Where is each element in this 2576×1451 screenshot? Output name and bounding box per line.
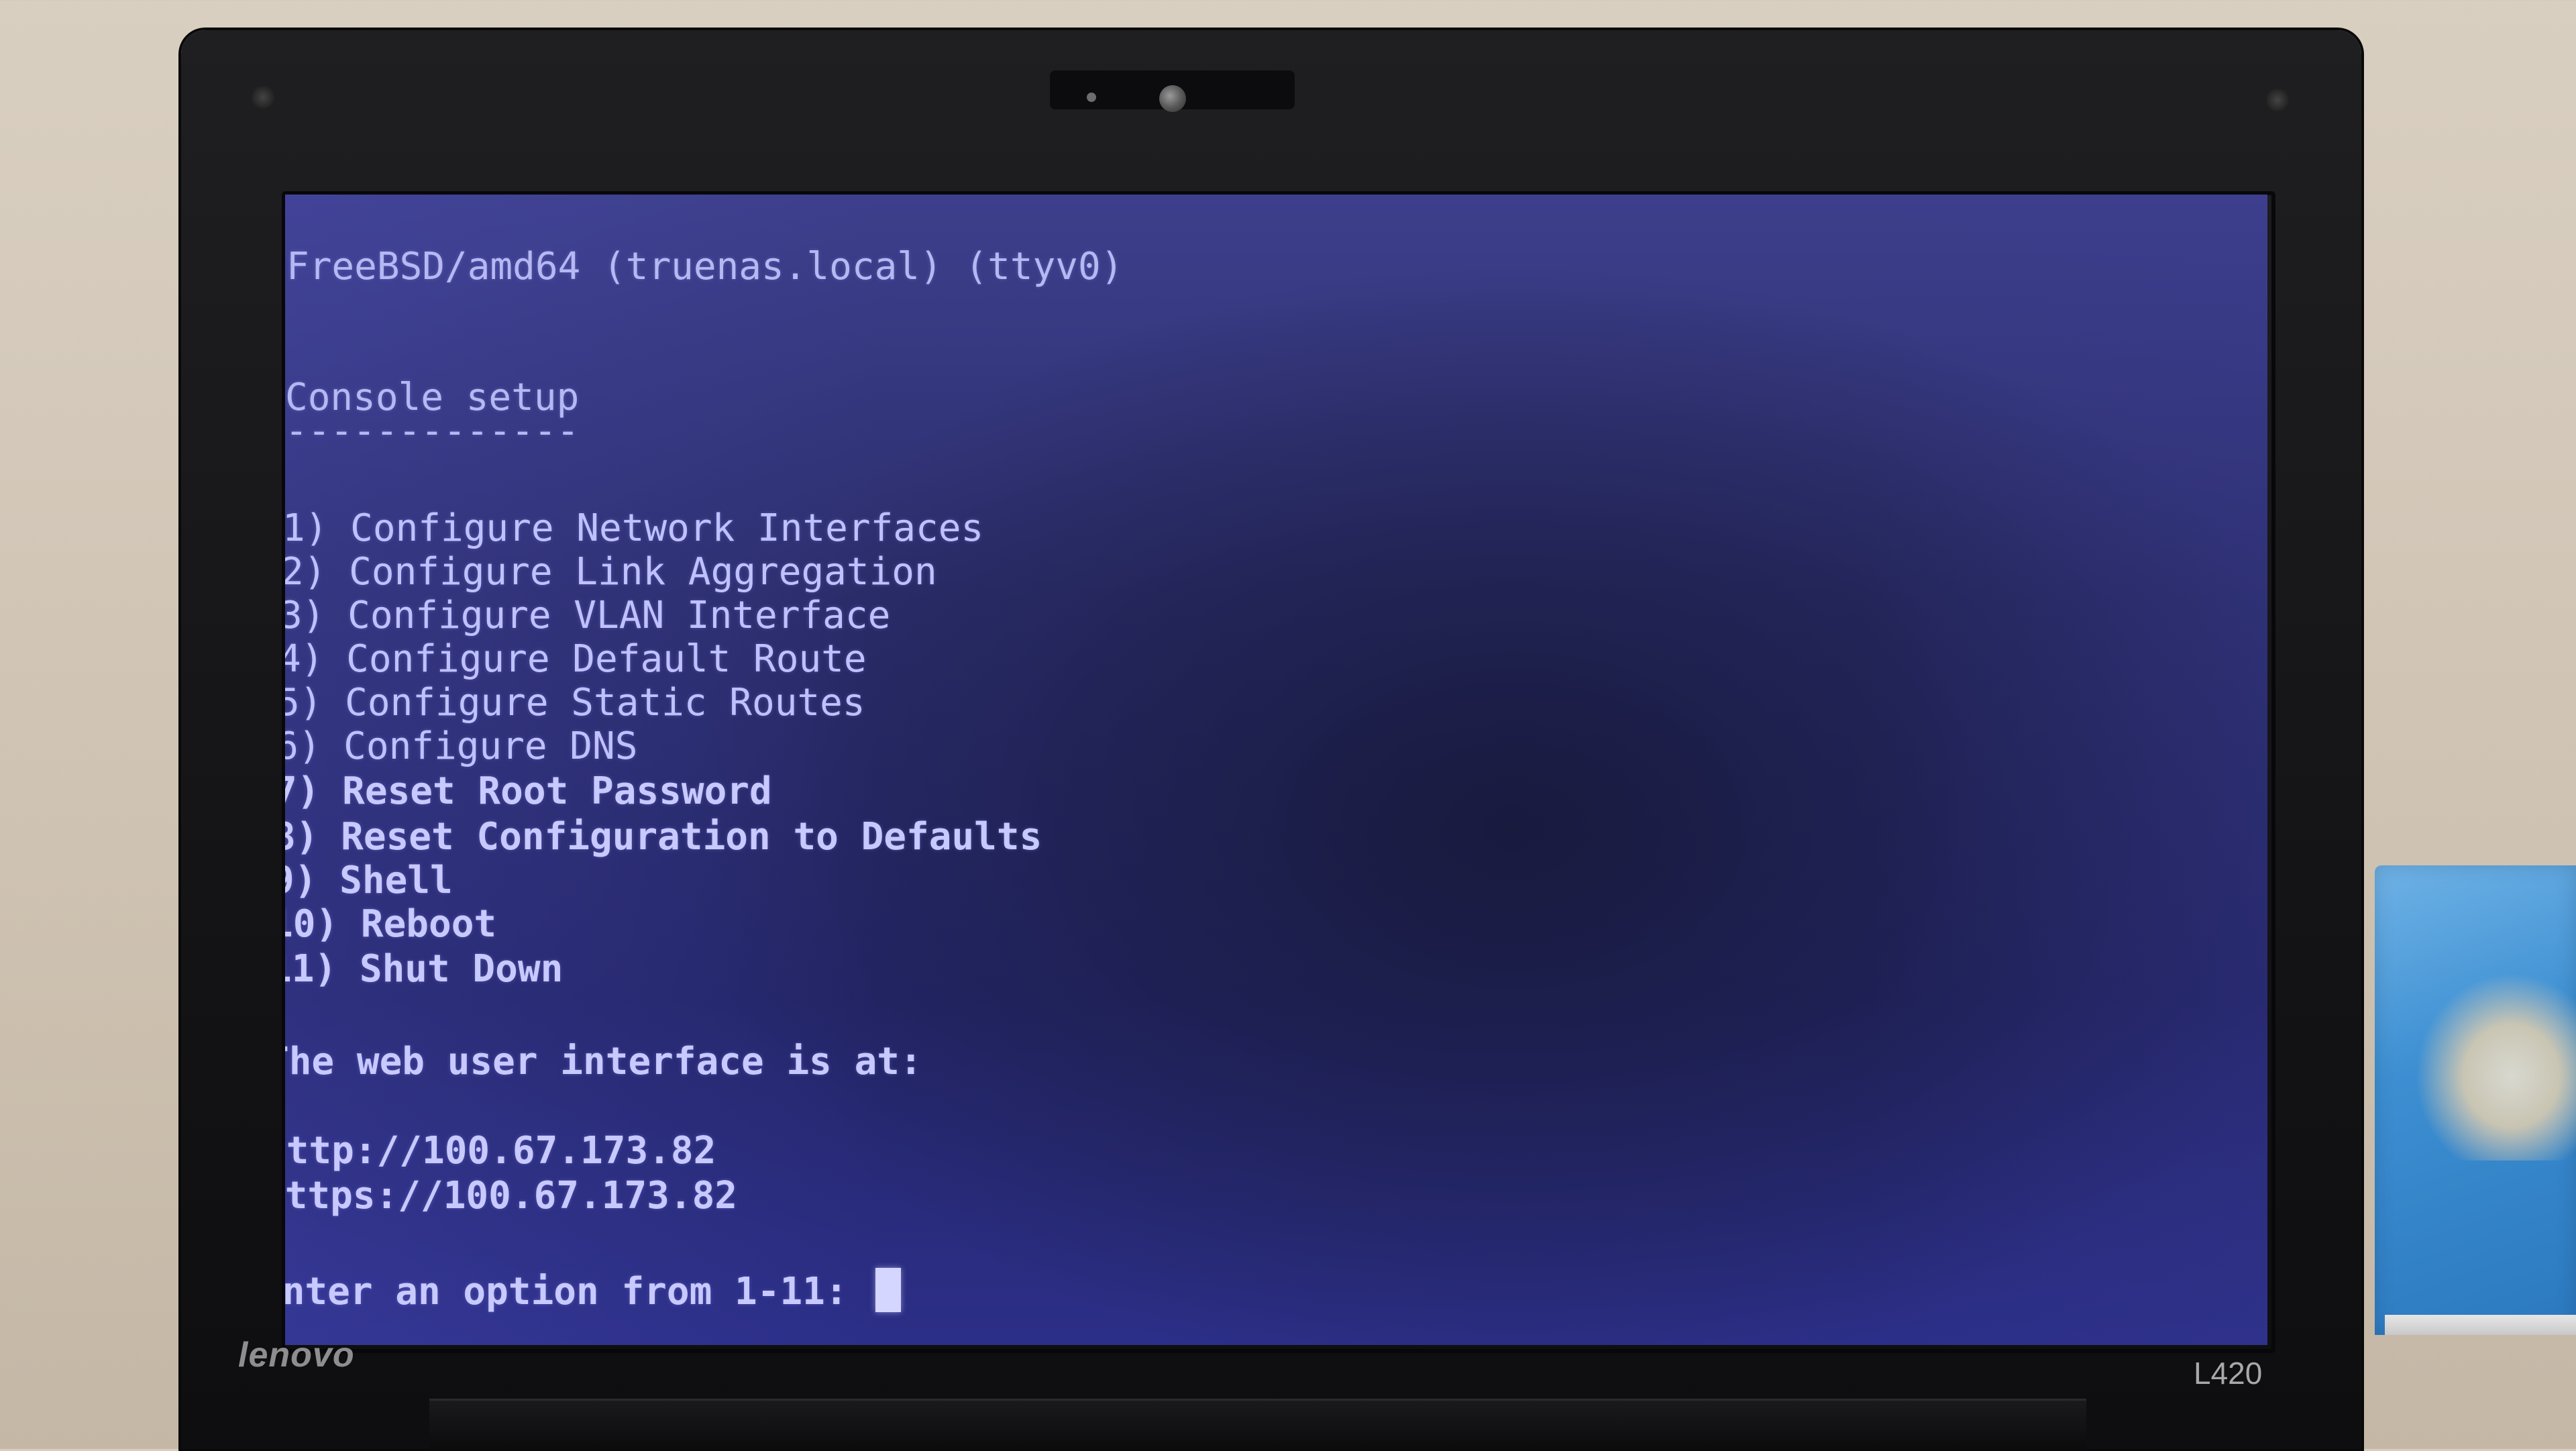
menu-item-configure-link-aggregation: 2) Configure Link Aggregation (285, 550, 937, 594)
menu-item-reboot: 10) Reboot (285, 902, 497, 946)
menu-item-reset-root-password: 7) Reset Root Password (285, 769, 772, 813)
menu-item-configure-static-routes: 5) Configure Static Routes (285, 681, 865, 724)
menu-item-configure-vlan-interface: 3) Configure VLAN Interface (285, 594, 891, 637)
book-cover-art (2415, 973, 2576, 1161)
web-ui-url-https: https://100.67.173.82 (285, 1174, 738, 1218)
bezel-bumper-left (252, 86, 274, 109)
brand-logo: lenovo (238, 1336, 355, 1375)
menu-item-shut-down: 11) Shut Down (285, 947, 564, 991)
book-pages (2385, 1315, 2576, 1335)
menu-item-reset-configuration: 8) Reset Configuration to Defaults (285, 815, 1042, 859)
terminal-header: FreeBSD/amd64 (truenas.local) (ttyv0) (286, 245, 1124, 288)
menu-item-shell: 9) Shell (285, 859, 453, 902)
bezel-bumper-right (2266, 89, 2289, 111)
menu-title-underline: ------------- (285, 409, 580, 453)
menu-item-configure-dns: 6) Configure DNS (285, 724, 638, 768)
web-ui-label: The web user interface is at: (285, 1040, 922, 1083)
menu-item-configure-network-interfaces: 1) Configure Network Interfaces (285, 506, 984, 550)
menu-item-configure-default-route: 4) Configure Default Route (285, 637, 867, 681)
laptop-hinge (429, 1399, 2086, 1451)
webcam-lens-icon (1159, 85, 1186, 112)
option-prompt-text: Enter an option from 1-11: (285, 1270, 871, 1313)
model-label: L420 (2194, 1356, 2263, 1391)
text-cursor (875, 1268, 902, 1312)
option-prompt-line[interactable]: Enter an option from 1-11: (285, 1268, 902, 1313)
web-ui-url-http: http://100.67.173.82 (285, 1129, 716, 1173)
webcam-indicator-icon (1087, 93, 1096, 102)
terminal-screen[interactable]: FreeBSD/amd64 (truenas.local) (ttyv0) Co… (285, 195, 2267, 1345)
